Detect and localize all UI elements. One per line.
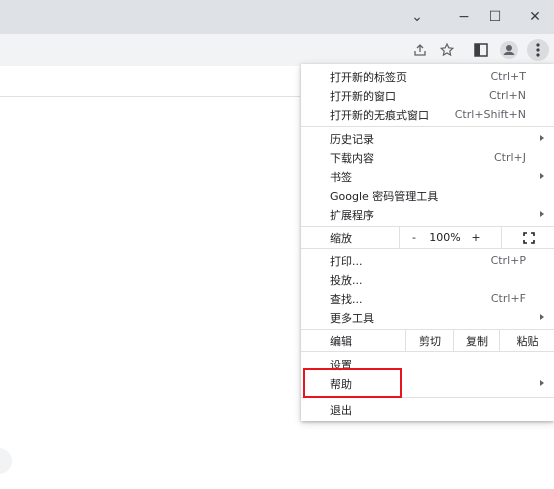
menu-label: 打开新的窗口 xyxy=(330,89,396,103)
submenu-arrow-icon xyxy=(540,380,544,386)
fullscreen-icon[interactable] xyxy=(501,227,554,248)
copy-button[interactable]: 复制 xyxy=(453,330,500,351)
menu-label: 缩放 xyxy=(330,232,352,245)
tab-search-dropdown-icon[interactable]: ⌄ xyxy=(400,0,434,34)
menu-label: Google 密码管理工具 xyxy=(330,189,439,203)
menu-item-find[interactable]: 查找... Ctrl+F xyxy=(301,289,554,308)
close-button[interactable]: ✕ xyxy=(518,0,552,34)
page-divider xyxy=(0,96,300,97)
menu-separator xyxy=(301,351,554,352)
menu-separator xyxy=(301,126,554,127)
help-highlight-box xyxy=(303,368,402,398)
menu-label: 历史记录 xyxy=(330,132,374,146)
menu-item-downloads[interactable]: 下载内容 Ctrl+J xyxy=(301,148,554,167)
minimize-button[interactable]: − xyxy=(447,0,481,34)
menu-label: 打开新的无痕式窗口 xyxy=(330,108,429,122)
paste-button[interactable]: 粘贴 xyxy=(499,330,554,351)
menu-shortcut: Ctrl+Shift+N xyxy=(454,108,526,121)
title-bar: ⌄ − ☐ ✕ xyxy=(0,0,554,34)
menu-item-password-manager[interactable]: Google 密码管理工具 xyxy=(301,186,554,205)
menu-label: 下载内容 xyxy=(330,151,374,165)
menu-label: 书签 xyxy=(330,170,352,184)
maximize-button[interactable]: ☐ xyxy=(478,0,512,34)
menu-shortcut: Ctrl+N xyxy=(488,89,526,102)
menu-label: 扩展程序 xyxy=(330,208,374,222)
menu-shortcut: Ctrl+P xyxy=(490,254,526,267)
menu-item-history[interactable]: 历史记录 xyxy=(301,129,554,148)
cut-button[interactable]: 剪切 xyxy=(405,330,454,351)
menu-shortcut: Ctrl+F xyxy=(490,292,526,305)
share-icon[interactable] xyxy=(408,38,432,62)
menu-label: 投放... xyxy=(330,273,363,287)
bookmark-star-icon[interactable] xyxy=(435,38,459,62)
zoom-in-button[interactable]: + xyxy=(463,227,489,248)
menu-label: 打开新的标签页 xyxy=(330,70,407,84)
menu-separator xyxy=(301,248,554,249)
submenu-arrow-icon xyxy=(540,314,544,320)
menu-item-incognito[interactable]: 打开新的无痕式窗口 Ctrl+Shift+N xyxy=(301,105,554,124)
zoom-level-value: 100% xyxy=(429,231,461,244)
menu-label: 更多工具 xyxy=(330,311,374,325)
menu-label: 打印... xyxy=(330,254,363,268)
menu-item-bookmarks[interactable]: 书签 xyxy=(301,167,554,186)
menu-label: 退出 xyxy=(330,403,352,417)
submenu-arrow-icon xyxy=(540,173,544,179)
more-menu-icon[interactable] xyxy=(526,38,550,62)
profile-icon[interactable] xyxy=(497,38,521,62)
submenu-arrow-icon xyxy=(540,135,544,141)
menu-item-exit[interactable]: 退出 xyxy=(301,400,554,419)
menu-item-print[interactable]: 打印... Ctrl+P xyxy=(301,251,554,270)
menu-item-new-window[interactable]: 打开新的窗口 Ctrl+N xyxy=(301,86,554,105)
submenu-arrow-icon xyxy=(540,211,544,217)
menu-item-cast[interactable]: 投放... xyxy=(301,270,554,289)
menu-label: 查找... xyxy=(330,292,363,306)
side-panel-icon[interactable] xyxy=(469,38,493,62)
menu-item-extensions[interactable]: 扩展程序 xyxy=(301,205,554,224)
browser-toolbar xyxy=(0,34,554,66)
menu-item-more-tools[interactable]: 更多工具 xyxy=(301,308,554,327)
menu-shortcut: Ctrl+T xyxy=(490,70,526,83)
menu-row-zoom: 缩放 - 100% + xyxy=(301,227,554,248)
menu-item-new-tab[interactable]: 打开新的标签页 Ctrl+T xyxy=(301,67,554,86)
menu-label: 编辑 xyxy=(330,335,352,348)
menu-row-edit: 编辑 剪切 复制 粘贴 xyxy=(301,330,554,351)
menu-shortcut: Ctrl+J xyxy=(493,151,526,164)
page-partial-circle xyxy=(0,448,12,474)
zoom-out-button[interactable]: - xyxy=(399,227,428,248)
